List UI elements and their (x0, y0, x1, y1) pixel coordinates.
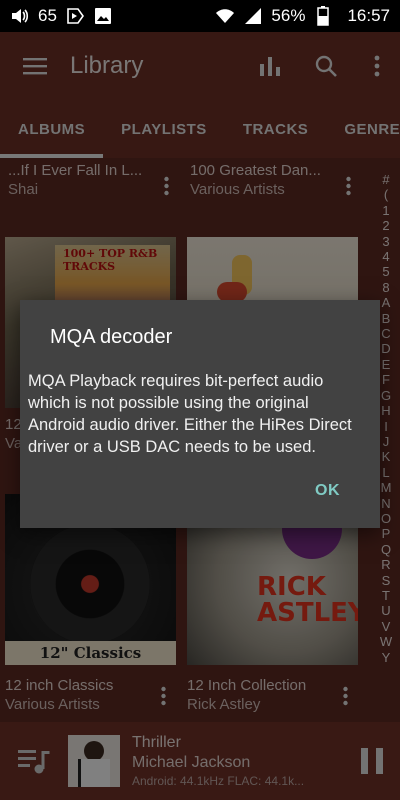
image-icon (93, 6, 113, 26)
battery-percent: 56% (271, 6, 306, 25)
volume-level: 65 (38, 6, 57, 25)
dialog-message: MQA Playback requires bit-perfect audio … (28, 372, 352, 456)
wifi-icon (215, 6, 235, 26)
mqa-dialog: MQA decoder MQA Playback requires bit-pe… (20, 300, 380, 528)
clock: 16:57 (347, 6, 390, 25)
ok-button[interactable]: OK (315, 482, 340, 500)
signal-icon (243, 6, 263, 26)
volume-icon (10, 6, 30, 26)
dialog-title: MQA decoder (50, 326, 173, 348)
status-bar: 65 56% 16:57 (0, 0, 400, 32)
battery-icon (313, 6, 333, 26)
play-store-icon (65, 6, 85, 26)
